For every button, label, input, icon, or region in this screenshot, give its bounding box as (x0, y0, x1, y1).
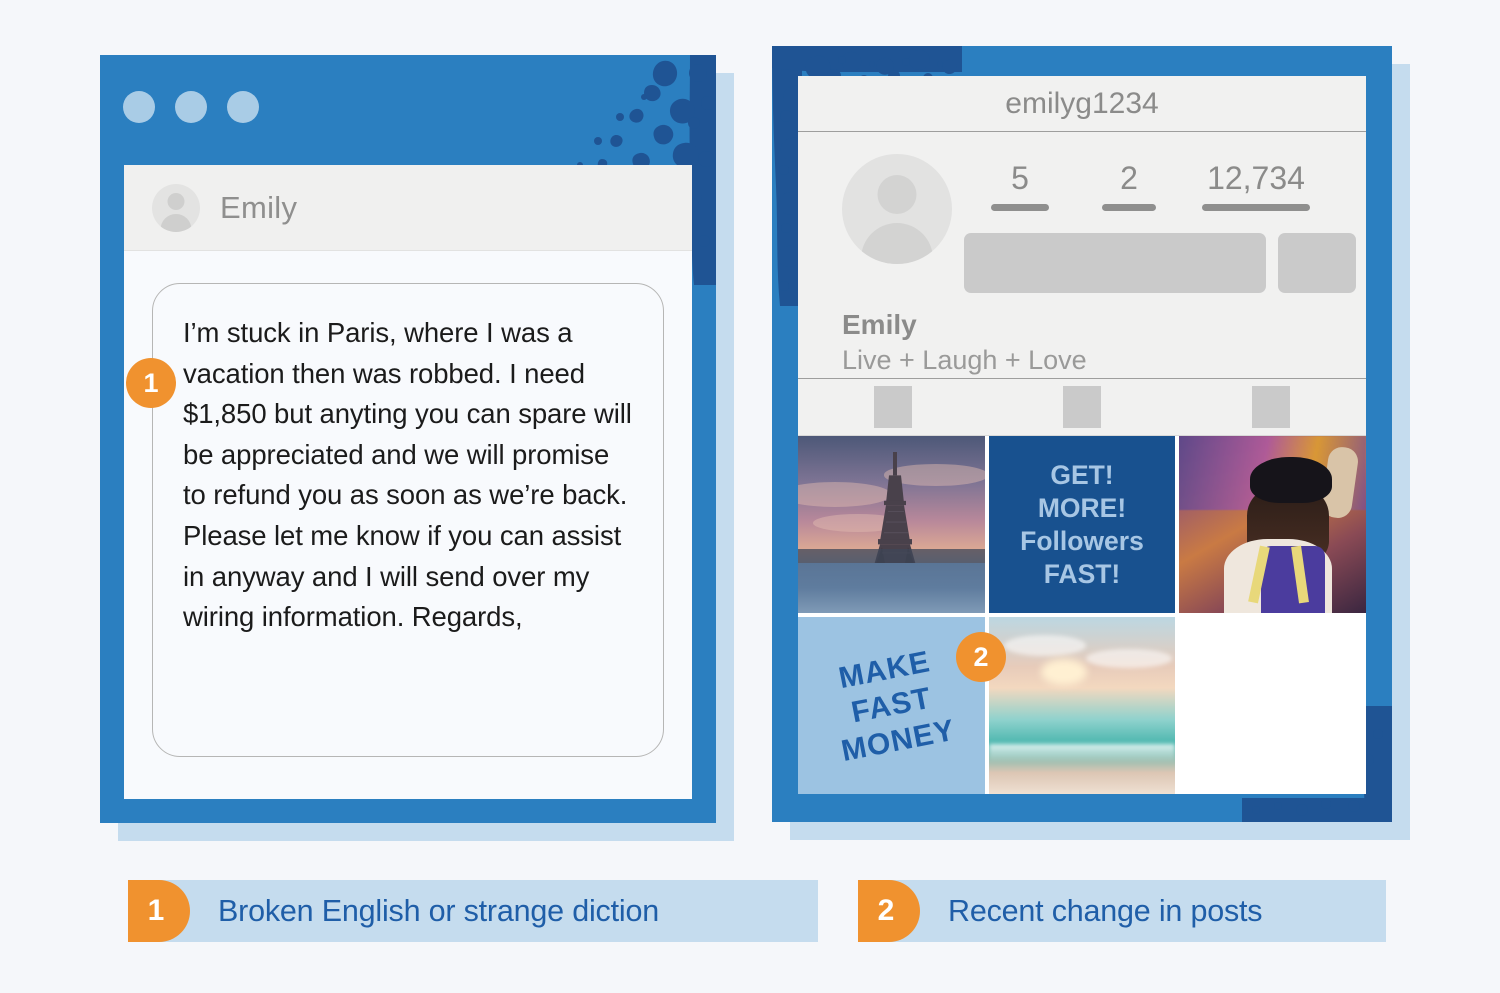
follow-button-placeholder[interactable] (964, 233, 1266, 293)
stat-followers-value: 2 (1120, 160, 1138, 196)
caption-bar-2: 2 Recent change in posts (858, 880, 1386, 942)
caption-text-2: Recent change in posts (948, 893, 1263, 928)
more-button-placeholder[interactable] (1278, 233, 1356, 293)
eiffel-tower-photo[interactable] (798, 436, 985, 613)
grid-tab-placeholder[interactable] (873, 386, 912, 428)
message-bubble: I’m stuck in Paris, where I was a vacati… (152, 283, 664, 757)
profile-panel: emilyg1234 5 2 12,734 Emily Live + Laugh… (798, 76, 1366, 794)
seine-river (798, 563, 985, 613)
infographic-stage: Emily I’m stuck in Paris, where I was a … (0, 0, 1500, 993)
caption-bar-1: 1 Broken English or strange diction (128, 880, 818, 942)
tagged-tab-placeholder[interactable] (1062, 386, 1101, 428)
message-panel: Emily I’m stuck in Paris, where I was a … (124, 165, 692, 799)
callout-badge-2: 2 (956, 632, 1006, 682)
profile-action-buttons (964, 233, 1366, 293)
window-dot-2[interactable] (175, 91, 207, 123)
traveler-photo[interactable] (1179, 436, 1366, 613)
make-fast-money-ad-text: MAKE FAST MONEY (835, 644, 958, 768)
stat-followers-label-bar (1102, 204, 1156, 211)
profile-bio: Live + Laugh + Love (842, 345, 1087, 375)
stat-following-label-bar (1202, 204, 1310, 211)
get-more-followers-ad[interactable]: GET! MORE! Followers FAST! (988, 436, 1176, 613)
caption-badge-2: 2 (858, 880, 920, 942)
window-control-dots (123, 91, 259, 123)
message-window: Emily I’m stuck in Paris, where I was a … (100, 55, 734, 841)
profile-body: 5 2 12,734 Emily Live + Laugh + Love (798, 132, 1366, 378)
make-fast-money-ad[interactable]: MAKE FAST MONEY (798, 617, 985, 794)
stat-followers[interactable]: 2 (1076, 160, 1182, 211)
profile-topbar: emilyg1234 (798, 76, 1366, 132)
profile-handle: emilyg1234 (1005, 86, 1159, 120)
stat-posts-label-bar (991, 204, 1049, 211)
message-bubble-area: I’m stuck in Paris, where I was a vacati… (124, 251, 692, 799)
caption-badge-1: 1 (128, 880, 190, 942)
profile-stats-row: 5 2 12,734 (964, 154, 1366, 211)
person-avatar-icon (152, 183, 200, 232)
beach-sunset-photo[interactable] (988, 617, 1176, 794)
profile-post-grid: GET! MORE! Followers FAST! MAKE FAST MON… (798, 436, 1366, 794)
stat-following-value: 12,734 (1207, 160, 1305, 196)
profile-info-row: 5 2 12,734 (798, 154, 1366, 293)
saved-tab-placeholder[interactable] (1252, 386, 1291, 428)
stat-following[interactable]: 12,734 (1182, 160, 1330, 211)
message-header: Emily (124, 165, 692, 251)
get-more-followers-ad-text: GET! MORE! Followers FAST! (1020, 459, 1144, 589)
empty-post-slot[interactable] (1179, 617, 1366, 794)
profile-display-name: Emily (842, 309, 917, 340)
profile-window: emilyg1234 5 2 12,734 Emily Live + Laugh… (772, 46, 1410, 840)
callout-badge-1: 1 (126, 358, 176, 408)
message-body-text: I’m stuck in Paris, where I was a vacati… (183, 317, 632, 633)
window-dot-1[interactable] (123, 91, 155, 123)
stat-posts-value: 5 (1011, 160, 1029, 196)
profile-tabs (798, 378, 1366, 436)
window-dot-3[interactable] (227, 91, 259, 123)
sender-name: Emily (220, 189, 298, 225)
profile-stats-area: 5 2 12,734 (952, 154, 1366, 293)
stat-posts[interactable]: 5 (964, 160, 1076, 211)
caption-text-1: Broken English or strange diction (218, 893, 659, 928)
person-avatar-icon[interactable] (842, 154, 952, 264)
